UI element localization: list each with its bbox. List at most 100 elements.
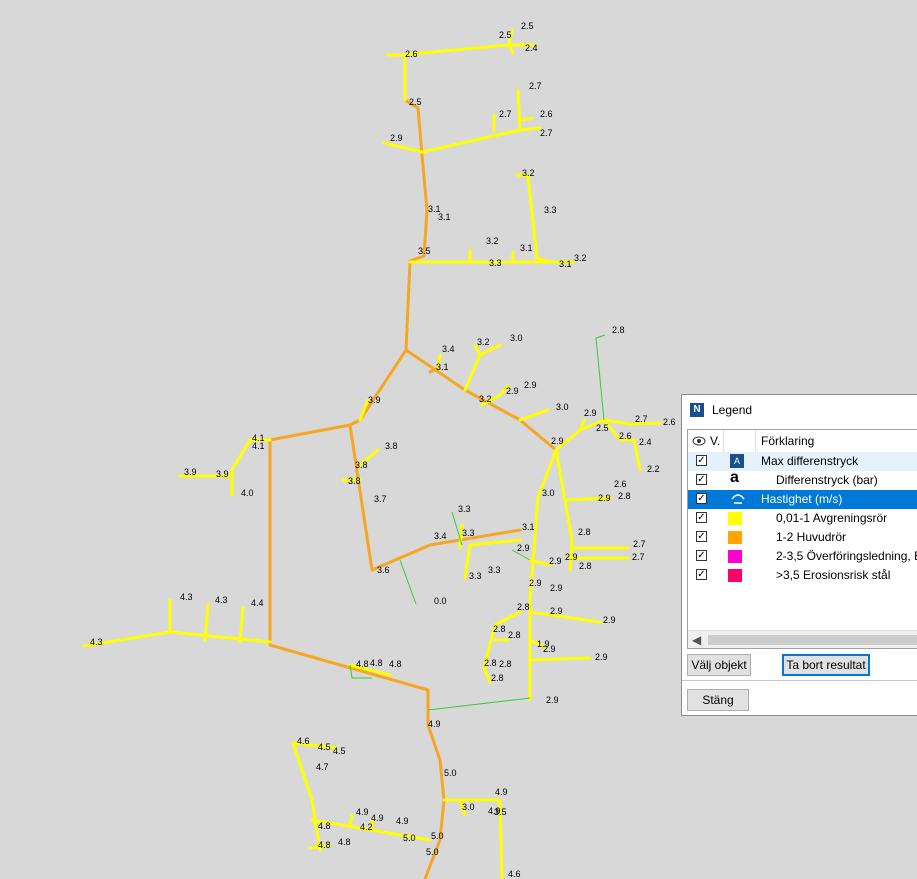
node-value-label: 3.6 [377, 565, 390, 575]
node-value-label: 2.6 [614, 479, 627, 489]
node-value-label: 4.1 [252, 441, 265, 451]
description-column-header[interactable]: Förklaring [761, 434, 814, 448]
node-value-label: 2.8 [508, 630, 521, 640]
visibility-checkbox[interactable]: ✓ [696, 512, 707, 523]
node-value-label: 4.8 [318, 821, 331, 831]
flow-icon [731, 494, 745, 504]
node-value-label: 3.9 [216, 469, 229, 479]
node-value-label: 2.9 [550, 583, 563, 593]
close-button[interactable]: Stäng [687, 689, 749, 711]
legend-row-range-1[interactable]: ✓ 0,01-1 Avgreningsrör [688, 509, 917, 528]
remove-result-button[interactable]: Ta bort resultat [782, 654, 870, 676]
color-swatch [728, 512, 742, 525]
node-value-label: 4.6 [297, 736, 310, 746]
legend-row-hastighet[interactable]: ✓ Hastighet (m/s) [688, 490, 917, 509]
legend-row-differenstryck[interactable]: ✓ a Differenstryck (bar) [688, 469, 917, 490]
node-value-label: 4.3 [180, 592, 193, 602]
visibility-checkbox[interactable]: ✓ [696, 493, 707, 504]
node-value-label: 3.4 [434, 531, 447, 541]
color-swatch [728, 531, 742, 544]
legend-row-label: 2-3,5 Överföringsledning, Bl [776, 549, 917, 563]
node-value-label: 4.2 [360, 822, 373, 832]
node-value-label: 3.1 [522, 522, 535, 532]
node-value-label: 3.5 [494, 807, 507, 817]
visibility-column-header[interactable]: V. [710, 434, 720, 448]
visibility-checkbox[interactable]: ✓ [696, 569, 707, 580]
legend-panel: N Legend V. Förklaring ✓ A Max differens… [681, 394, 917, 716]
node-value-label: 4.9 [396, 816, 409, 826]
node-value-label: 4.3 [90, 637, 103, 647]
node-value-label: 4.5 [318, 742, 331, 752]
visibility-checkbox[interactable]: ✓ [696, 550, 707, 561]
node-value-label: 2.6 [540, 109, 553, 119]
node-value-label: 2.8 [612, 325, 625, 335]
node-value-label: 2.5 [521, 21, 534, 31]
node-value-label: 2.7 [632, 552, 645, 562]
node-value-label: 4.8 [338, 837, 351, 847]
visibility-checkbox[interactable]: ✓ [696, 531, 707, 542]
branch-pipes [82, 28, 662, 879]
node-value-label: 2.5 [409, 97, 422, 107]
node-value-label: 2.8 [484, 658, 497, 668]
node-value-label: 4.8 [389, 659, 402, 669]
app-logo-icon: N [690, 403, 704, 417]
eye-icon[interactable] [692, 435, 706, 447]
legend-row-range-3[interactable]: ✓ 2-3,5 Överföringsledning, Bl [688, 547, 917, 566]
node-value-label: 3.3 [469, 571, 482, 581]
node-value-label: 4.0 [241, 488, 254, 498]
legend-row-label: Max differenstryck [761, 454, 859, 468]
node-value-label: 2.9 [390, 133, 403, 143]
node-value-label: 2.9 [506, 386, 519, 396]
node-value-label: 3.0 [510, 333, 523, 343]
visibility-checkbox[interactable]: ✓ [696, 474, 707, 485]
scroll-left-icon[interactable]: ◀ [692, 633, 701, 647]
node-value-label: 2.5 [596, 423, 609, 433]
node-value-label: 3.7 [374, 494, 387, 504]
node-value-label: 2.8 [618, 491, 631, 501]
horizontal-scrollbar[interactable]: ◀ [688, 630, 917, 648]
legend-header: V. Förklaring [688, 430, 917, 453]
legend-row-label: Differenstryck (bar) [776, 473, 878, 487]
node-value-label: 3.1 [559, 259, 572, 269]
node-value-label: 2.9 [546, 695, 559, 705]
node-value-label: 4.3 [215, 595, 228, 605]
node-value-label: 2.9 [551, 436, 564, 446]
legend-row-range-4[interactable]: ✓ >3,5 Erosionsrisk stål [688, 566, 917, 585]
node-value-label: 2.7 [529, 81, 542, 91]
select-object-button[interactable]: Välj objekt [687, 654, 751, 676]
node-value-label: 3.2 [477, 337, 490, 347]
node-value-label: 2.7 [499, 109, 512, 119]
node-value-label: 3.3 [544, 205, 557, 215]
visibility-checkbox[interactable]: ✓ [696, 455, 707, 466]
node-value-label: 3.3 [458, 504, 471, 514]
node-value-label: 3.1 [436, 362, 449, 372]
node-value-label: 0.0 [434, 596, 447, 606]
node-value-label: 2.9 [550, 606, 563, 616]
node-value-label: 3.0 [556, 402, 569, 412]
node-value-label: 2.9 [529, 578, 542, 588]
node-value-label: 2.9 [517, 543, 530, 553]
node-value-label: 2.2 [647, 464, 660, 474]
node-value-label: 2.9 [543, 644, 556, 654]
node-value-label: 3.0 [462, 802, 475, 812]
legend-row-label: 0,01-1 Avgreningsrör [776, 511, 888, 525]
scrollbar-thumb[interactable] [708, 635, 917, 645]
legend-list: V. Förklaring ✓ A Max differenstryck ✓ a… [687, 429, 917, 649]
node-value-label: 2.9 [565, 552, 578, 562]
node-value-label: 4.5 [333, 746, 346, 756]
main-pipes [268, 98, 558, 879]
node-value-label: 2.9 [598, 493, 611, 503]
node-value-label: 3.0 [542, 488, 555, 498]
node-value-label: 2.8 [491, 673, 504, 683]
node-value-label: 2.6 [663, 417, 676, 427]
legend-row-max-differenstryck[interactable]: ✓ A Max differenstryck [688, 452, 917, 471]
node-value-label: 2.7 [633, 539, 646, 549]
node-value-label: 2.4 [525, 43, 538, 53]
node-value-label: 3.2 [486, 236, 499, 246]
legend-row-range-2[interactable]: ✓ 1-2 Huvudrör [688, 528, 917, 547]
node-value-label: 3.4 [442, 344, 455, 354]
legend-titlebar[interactable]: N Legend [682, 395, 917, 425]
a-text-icon: a [730, 469, 739, 486]
node-value-label: 3.3 [462, 528, 475, 538]
node-value-label: 2.5 [499, 30, 512, 40]
